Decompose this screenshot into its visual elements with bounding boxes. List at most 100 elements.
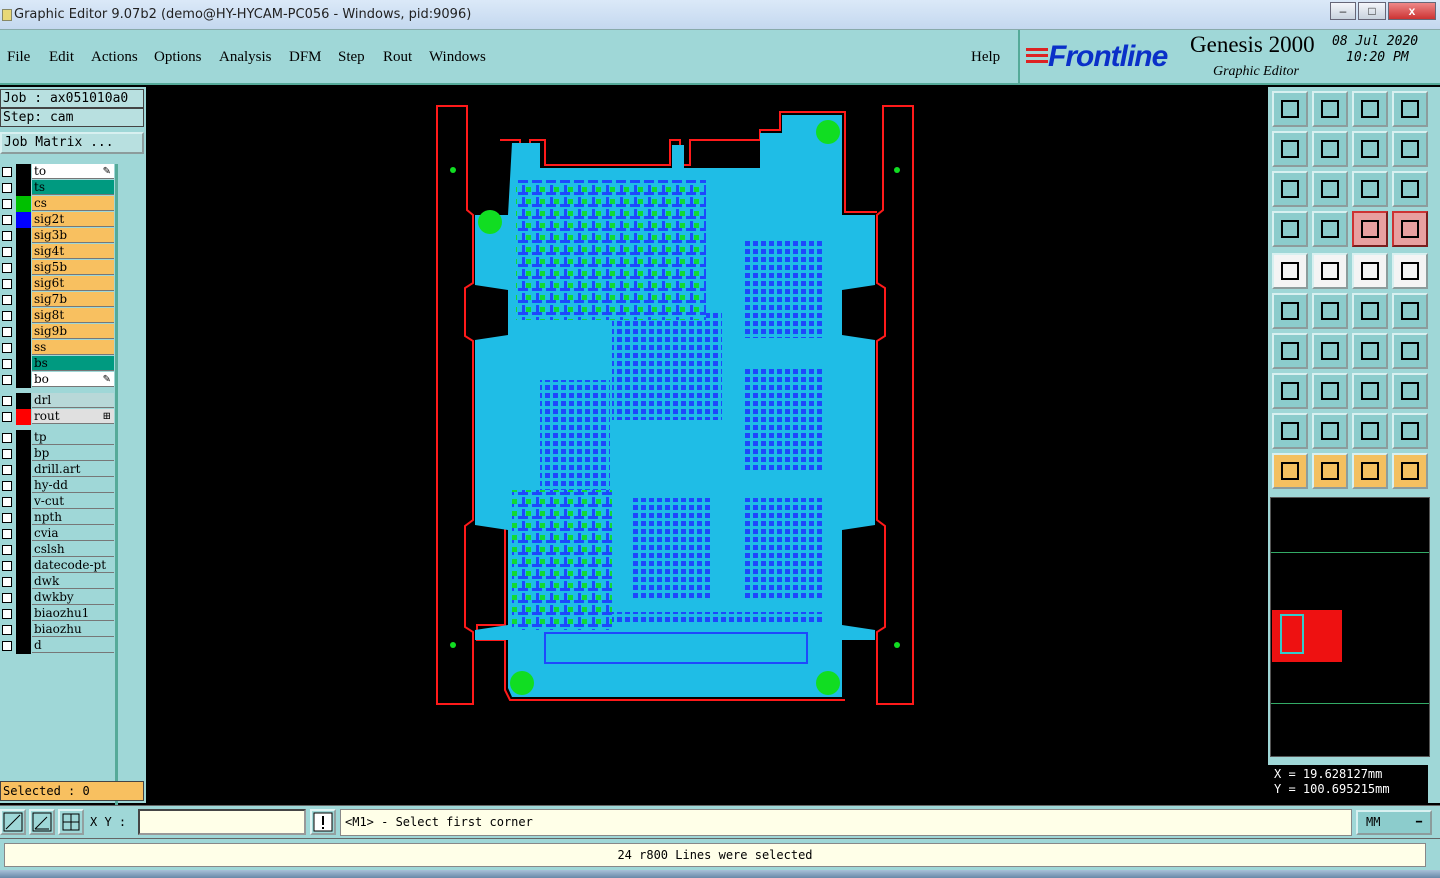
layer-checkbox[interactable] bbox=[2, 625, 12, 635]
zoom-center-button[interactable] bbox=[1312, 171, 1348, 207]
layer-checkbox[interactable] bbox=[2, 481, 12, 491]
angle-mode-button[interactable] bbox=[29, 809, 55, 835]
layer-color-swatch[interactable] bbox=[16, 308, 31, 324]
layer-row[interactable]: biaozhu bbox=[0, 622, 116, 638]
layer-checkbox[interactable] bbox=[2, 295, 12, 305]
menu-edit[interactable]: Edit bbox=[49, 49, 74, 66]
layer-name[interactable]: datecode-pt bbox=[32, 558, 114, 573]
layer-checkbox[interactable] bbox=[2, 529, 12, 539]
menu-options[interactable]: Options bbox=[154, 49, 202, 66]
save-button[interactable] bbox=[1312, 91, 1348, 127]
layer-color-swatch[interactable] bbox=[16, 510, 31, 526]
layer-name[interactable]: sig7b bbox=[32, 292, 114, 307]
line-dot-button[interactable] bbox=[1352, 293, 1388, 329]
snap-mode-button[interactable] bbox=[0, 809, 26, 835]
layer-checkbox[interactable] bbox=[2, 433, 12, 443]
ratio-button[interactable] bbox=[1352, 171, 1388, 207]
layer-checkbox[interactable] bbox=[2, 641, 12, 651]
layer-color-swatch[interactable] bbox=[16, 393, 31, 409]
layer-name[interactable]: npth bbox=[32, 510, 114, 525]
net-red-button[interactable] bbox=[1352, 211, 1388, 247]
slash-button[interactable] bbox=[1312, 333, 1348, 369]
layer-name[interactable]: hy-dd bbox=[32, 478, 114, 493]
layer-name[interactable]: cs bbox=[32, 196, 114, 211]
layer-color-swatch[interactable] bbox=[16, 276, 31, 292]
layer-checkbox[interactable] bbox=[2, 359, 12, 369]
node-button[interactable] bbox=[1272, 293, 1308, 329]
layer-name[interactable]: sig9b bbox=[32, 324, 114, 339]
layer-name[interactable]: biaozhu bbox=[32, 622, 114, 637]
layer-name[interactable]: bs bbox=[32, 356, 114, 371]
layer-color-swatch[interactable] bbox=[16, 430, 31, 446]
menu-help[interactable]: Help bbox=[971, 49, 1000, 66]
layer-color-swatch[interactable] bbox=[16, 574, 31, 590]
layer-name[interactable]: dwkby bbox=[32, 590, 114, 605]
layer-color-swatch[interactable] bbox=[16, 164, 31, 180]
layer-name[interactable]: ss bbox=[32, 340, 114, 355]
polygon-button[interactable] bbox=[1312, 253, 1348, 289]
layer-checkbox[interactable] bbox=[2, 609, 12, 619]
layer-row[interactable]: cs bbox=[0, 196, 116, 212]
layer-row[interactable]: hy-dd bbox=[0, 478, 116, 494]
menu-dfm[interactable]: DFM bbox=[289, 49, 322, 66]
layer-row[interactable]: dwk bbox=[0, 574, 116, 590]
triangle3-button[interactable] bbox=[1352, 413, 1388, 449]
layer-name[interactable]: biaozhu1 bbox=[32, 606, 114, 621]
layer-row[interactable]: tp bbox=[0, 430, 116, 446]
layer-row[interactable]: sig6t bbox=[0, 276, 116, 292]
net-red2-button[interactable] bbox=[1392, 211, 1428, 247]
layer-name[interactable]: sig5b bbox=[32, 260, 114, 275]
alert-button[interactable] bbox=[310, 809, 336, 835]
arrow4-button[interactable] bbox=[1392, 453, 1428, 489]
layer-checkbox[interactable] bbox=[2, 167, 12, 177]
layer-color-swatch[interactable] bbox=[16, 606, 31, 622]
layer-row[interactable]: npth bbox=[0, 510, 116, 526]
layer-color-swatch[interactable] bbox=[16, 340, 31, 356]
query-button[interactable] bbox=[1392, 171, 1428, 207]
redo-button[interactable] bbox=[1392, 131, 1428, 167]
layer-checkbox[interactable] bbox=[2, 577, 12, 587]
layer-name[interactable]: ts bbox=[32, 180, 114, 195]
dash-button[interactable] bbox=[1312, 373, 1348, 409]
layer-name[interactable]: to ✎ bbox=[32, 164, 114, 179]
arrow3-button[interactable] bbox=[1352, 453, 1388, 489]
layer-row[interactable]: sig8t bbox=[0, 308, 116, 324]
cross-button[interactable] bbox=[1312, 293, 1348, 329]
layer-color-swatch[interactable] bbox=[16, 590, 31, 606]
triangle4-button[interactable] bbox=[1392, 413, 1428, 449]
arc-button[interactable] bbox=[1352, 333, 1388, 369]
layer-row[interactable]: sig2t bbox=[0, 212, 116, 228]
menu-step[interactable]: Step bbox=[338, 49, 365, 66]
move-left-button[interactable] bbox=[1272, 131, 1308, 167]
graphic-canvas[interactable] bbox=[148, 87, 1267, 803]
layer-row[interactable]: dwkby bbox=[0, 590, 116, 606]
resize-button[interactable] bbox=[1352, 373, 1388, 409]
minimize-button[interactable]: – bbox=[1330, 2, 1356, 20]
layer-row[interactable]: drill.art bbox=[0, 462, 116, 478]
layer-name[interactable]: drl bbox=[32, 393, 114, 408]
layer-checkbox[interactable] bbox=[2, 449, 12, 459]
zoom-fit-button[interactable] bbox=[1272, 171, 1308, 207]
layer-color-swatch[interactable] bbox=[16, 526, 31, 542]
layer-name[interactable]: cvia bbox=[32, 526, 114, 541]
line-dot2-button[interactable] bbox=[1392, 293, 1428, 329]
layer-name[interactable]: bo ✎ bbox=[32, 372, 114, 387]
split-button[interactable] bbox=[1392, 333, 1428, 369]
layer-name[interactable]: bp bbox=[32, 446, 114, 461]
arrow1-button[interactable] bbox=[1272, 453, 1308, 489]
layer-checkbox[interactable] bbox=[2, 215, 12, 225]
layer-checkbox[interactable] bbox=[2, 412, 12, 422]
layer-color-swatch[interactable] bbox=[16, 372, 31, 388]
job-matrix-button[interactable]: Job Matrix ... bbox=[0, 132, 144, 154]
triangle1-button[interactable] bbox=[1272, 413, 1308, 449]
layer-color-swatch[interactable] bbox=[16, 478, 31, 494]
layer-name[interactable]: sig4t bbox=[32, 244, 114, 259]
snap-button[interactable] bbox=[1312, 211, 1348, 247]
layer-row[interactable]: biaozhu1 bbox=[0, 606, 116, 622]
layer-color-swatch[interactable] bbox=[16, 462, 31, 478]
layer-name[interactable]: rout ⊞ bbox=[32, 409, 114, 424]
layer-checkbox[interactable] bbox=[2, 396, 12, 406]
layer-row[interactable]: ts bbox=[0, 180, 116, 196]
menu-analysis[interactable]: Analysis bbox=[219, 49, 272, 66]
layer-color-swatch[interactable] bbox=[16, 228, 31, 244]
